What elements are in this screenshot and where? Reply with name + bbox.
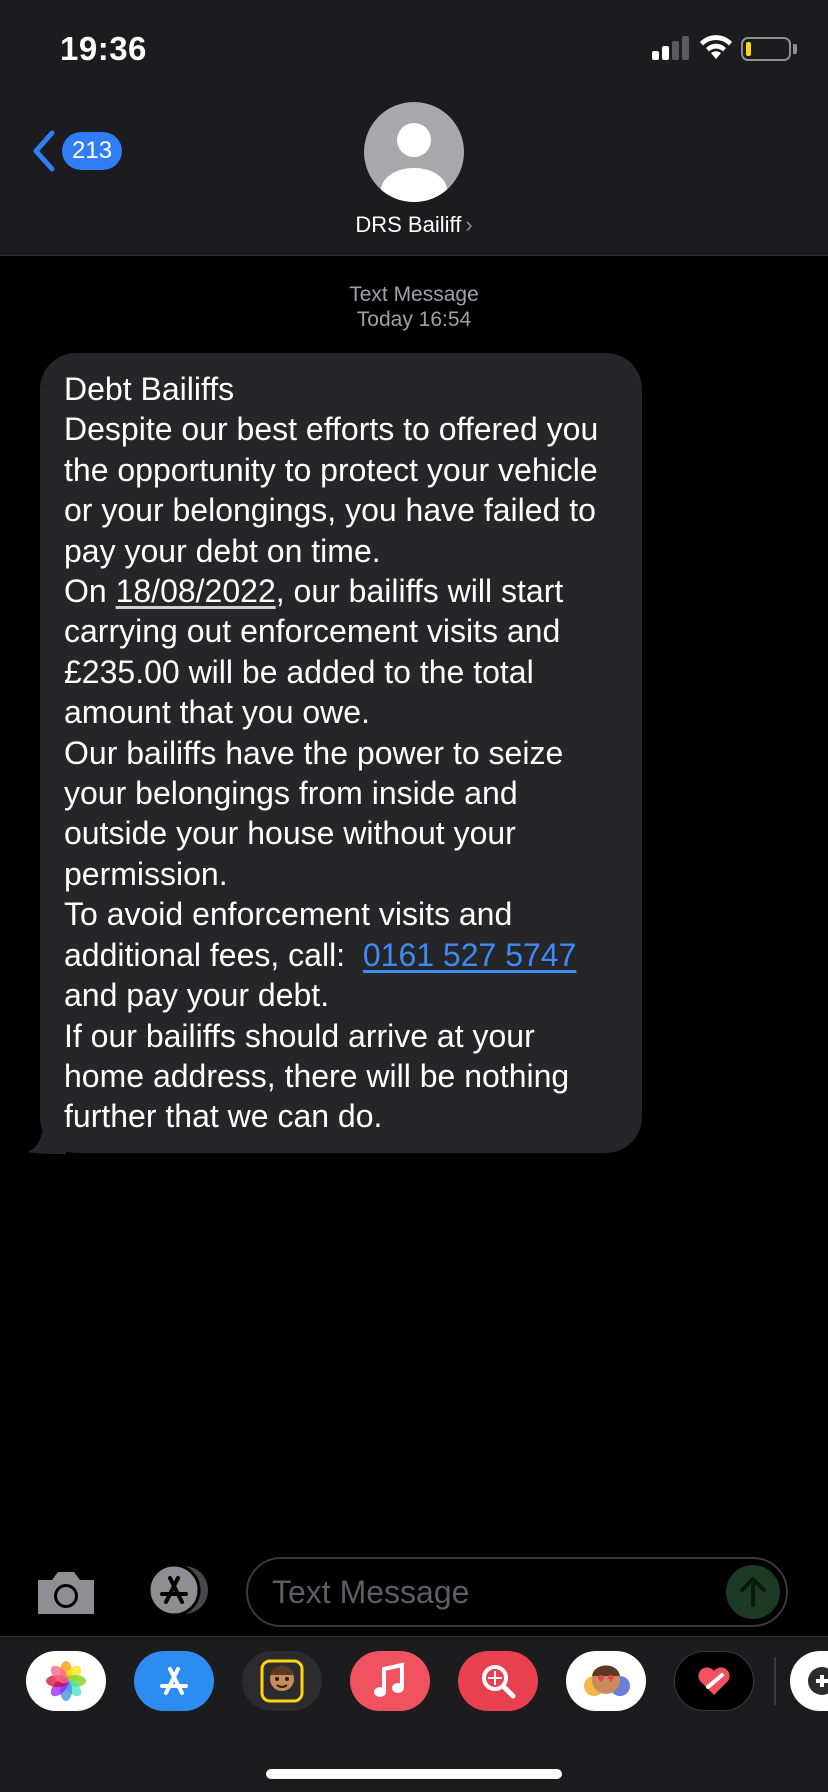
- app-store-icon[interactable]: [134, 1651, 214, 1711]
- message-paragraph: If our bailiffs should arrive at your ho…: [64, 1017, 570, 1135]
- wifi-icon: [700, 35, 732, 59]
- message-title: Debt Bailiffs: [64, 371, 235, 407]
- music-icon[interactable]: [350, 1651, 430, 1711]
- date-link[interactable]: 18/08/2022: [116, 573, 276, 609]
- camera-icon[interactable]: [34, 1568, 98, 1618]
- message-paragraph: Despite our best efforts to offered you …: [64, 411, 599, 569]
- chevron-right-icon: ›: [465, 212, 473, 237]
- battery-icon: [741, 37, 791, 61]
- message-paragraph: To avoid enforcement visits and addition…: [64, 896, 577, 1014]
- contact-name-button[interactable]: DRS Bailiff ›: [0, 212, 828, 238]
- back-button[interactable]: 213: [30, 128, 123, 174]
- compose-bar: [0, 1540, 828, 1640]
- contact-name: DRS Bailiff: [355, 212, 462, 237]
- person-icon: [381, 123, 447, 202]
- unread-count-badge: 213: [62, 132, 123, 170]
- drawer-divider: [774, 1657, 776, 1705]
- message-input-field[interactable]: [246, 1557, 788, 1627]
- message-input[interactable]: [272, 1559, 702, 1625]
- status-time: 19:36: [60, 30, 147, 67]
- bubble-tail: [28, 1112, 66, 1154]
- home-indicator[interactable]: [266, 1769, 562, 1779]
- message-timestamp: Today 16:54: [356, 308, 472, 331]
- app-store-icon[interactable]: [140, 1564, 212, 1616]
- digital-touch-icon[interactable]: [674, 1651, 754, 1711]
- message-paragraph: On 18/08/2022, our bailiffs will start c…: [64, 573, 564, 731]
- navigation-header: 19:36 213 DRS Bailiff ›: [0, 0, 828, 256]
- game-icon[interactable]: [790, 1651, 828, 1711]
- cellular-signal-icon: [652, 36, 690, 60]
- chevron-left-icon: [33, 130, 55, 172]
- send-arrow-icon: [740, 1577, 766, 1607]
- photos-icon[interactable]: [26, 1651, 106, 1711]
- memoji-icon[interactable]: [566, 1651, 646, 1711]
- imessage-app-drawer: [0, 1636, 828, 1792]
- send-button[interactable]: [726, 1565, 780, 1619]
- message-service-label: Text Message: [349, 283, 479, 306]
- phone-number-link[interactable]: 0161 527 5747: [363, 937, 577, 973]
- memoji-stickers-icon[interactable]: [242, 1651, 322, 1711]
- message-paragraph: Our bailiffs have the power to seize you…: [64, 734, 564, 892]
- incoming-message-bubble[interactable]: Debt Bailiffs Despite our best efforts t…: [40, 353, 642, 1153]
- contact-avatar[interactable]: [364, 102, 464, 202]
- web-images-search-icon[interactable]: [458, 1651, 538, 1711]
